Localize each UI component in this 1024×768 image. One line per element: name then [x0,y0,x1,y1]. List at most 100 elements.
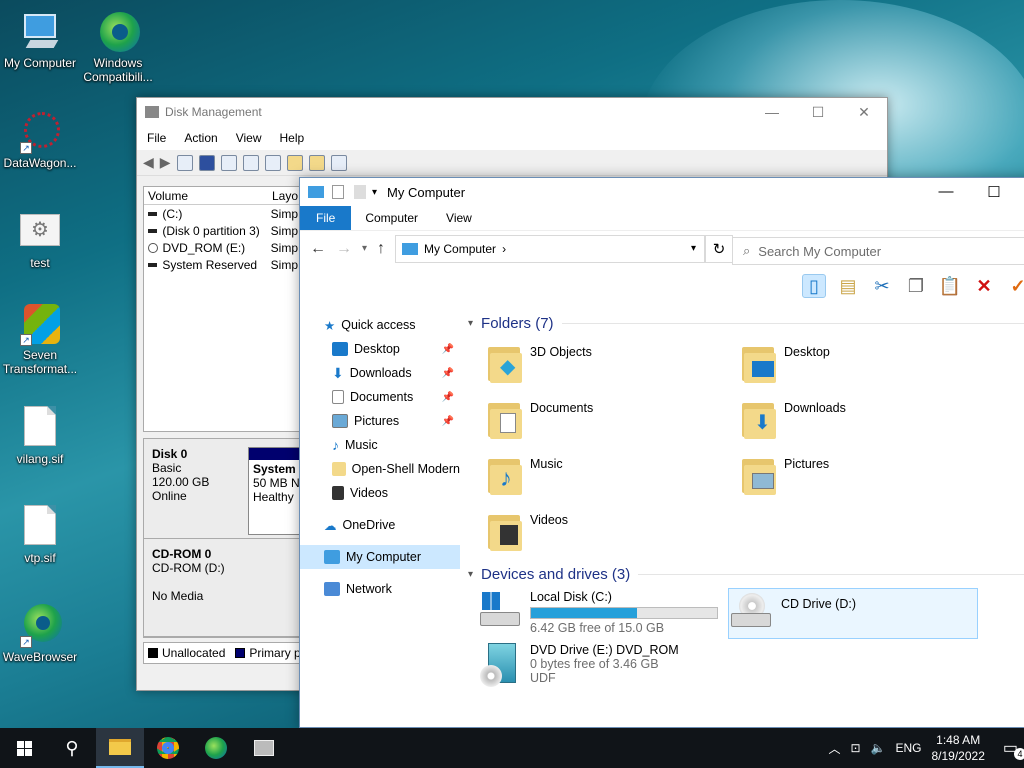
nav-network[interactable]: Network [300,577,460,601]
menu-file[interactable]: File [147,131,166,145]
maximize-button[interactable]: ☐ [970,183,1018,201]
cut-icon[interactable]: ✂ [870,274,894,298]
search-disk-icon[interactable] [308,154,325,171]
disk0-box[interactable]: Disk 0 Basic 120.00 GB Online System 50 … [144,439,308,539]
folder-pictures[interactable]: Pictures [738,453,968,505]
network-icon[interactable]: ⊡ [850,741,860,755]
folder-3d-objects[interactable]: ◆ 3D Objects [484,341,714,393]
up-folder-icon[interactable] [286,154,303,171]
desktop-icon-windows-compat[interactable]: Windows Compatibili... [78,10,158,84]
volume-row[interactable]: (Disk 0 partition 3) Simp [144,222,302,239]
videos-folder-icon [484,509,524,553]
properties-icon[interactable] [220,154,237,171]
desktop-icon-datawagon[interactable]: ↗ DataWagon... [0,110,80,170]
desktop-icon-vtp[interactable]: vtp.sif [0,505,80,565]
nav-documents[interactable]: Documents 📌 [300,385,460,409]
column-header-layout[interactable]: Layo [268,189,298,203]
desktop-icon-vilang[interactable]: vilang.sif [0,406,80,466]
connect-icon[interactable] [242,154,259,171]
forward-icon[interactable]: ▶ [160,154,171,171]
search-input[interactable]: ⌕ Search My Computer [732,237,1024,265]
folder-desktop[interactable]: Desktop [738,341,968,393]
taskbar-chrome[interactable] [144,728,192,768]
title-bar[interactable]: ▾ My Computer — ☐ [300,178,1024,206]
recent-chevron-icon[interactable]: ▾ [362,243,367,254]
nav-pictures[interactable]: Pictures 📌 [300,409,460,433]
help-icon[interactable] [198,154,215,171]
devices-section-header[interactable]: ▾ Devices and drives (3) [464,562,1024,586]
console-icon[interactable] [176,154,193,171]
address-dropdown-icon[interactable]: ▾ [691,243,696,254]
back-icon[interactable]: ◀ [143,154,154,171]
desktop-icon-wavebrowser[interactable]: ↗ WaveBrowser [0,604,80,664]
search-button[interactable]: ⚲ [48,728,96,768]
start-button[interactable] [0,728,48,768]
nav-open-shell[interactable]: Open-Shell Modern [300,457,460,481]
maximize-button[interactable]: ☐ [795,104,841,121]
new-folder-qa-icon[interactable] [354,185,366,199]
volume-row[interactable]: System Reserved Simp [144,256,302,273]
close-button[interactable]: ✕ [841,104,887,121]
checkmark-icon[interactable]: ✓ [1006,274,1024,298]
volume-row[interactable]: (C:) Simp [144,205,302,222]
taskbar-wavebrowser[interactable] [192,728,240,768]
taskbar-disk-management[interactable] [240,728,288,768]
nav-desktop[interactable]: Desktop 📌 [300,337,460,361]
title-bar[interactable]: Disk Management — ☐ ✕ [137,98,887,126]
menu-view[interactable]: View [236,131,262,145]
copy-icon[interactable]: ❐ [904,274,928,298]
minimize-button[interactable]: — [922,183,970,201]
preview-pane-icon[interactable]: ▯ [802,274,826,298]
list-icon[interactable] [330,154,347,171]
nav-quick-access[interactable]: ★ Quick access [300,313,460,337]
minimize-button[interactable]: — [749,104,795,121]
folder-music[interactable]: ♪ Music [484,453,714,505]
language-indicator[interactable]: ENG [895,741,921,755]
drive-d[interactable]: CD Drive (D:) [728,588,978,639]
menu-help[interactable]: Help [280,131,305,145]
nav-music[interactable]: ♪ Music [300,433,460,457]
show-hidden-icons-chevron-icon[interactable]: ︿ [828,740,840,757]
volume-row[interactable]: DVD_ROM (E:) Simp [144,239,302,256]
folders-section-header[interactable]: ▾ Folders (7) [464,311,1024,335]
breadcrumb-chevron-icon[interactable]: › [502,242,506,256]
nav-onedrive[interactable]: ☁ OneDrive [300,513,460,537]
volume-icon[interactable]: 🔈 [871,741,886,755]
desktop-icon-my-computer[interactable]: My Computer [0,10,80,70]
back-arrow-icon[interactable]: ← [310,240,326,258]
tab-view[interactable]: View [432,206,486,230]
shortcut-arrow-icon: ↗ [20,334,32,346]
folder-videos[interactable]: Videos [484,509,714,561]
menu-action[interactable]: Action [184,131,217,145]
drive-c[interactable]: Local Disk (C:) 6.42 GB free of 15.0 GB [478,590,728,642]
notifications-button[interactable]: ▭ 4 [1003,738,1024,760]
check-icon[interactable] [264,154,281,171]
volume-list[interactable]: Volume Layo (C:) Simp (Disk 0 partition 3… [143,186,303,432]
forward-arrow-icon[interactable]: → [336,240,352,258]
column-header-volume[interactable]: Volume [148,189,268,203]
nav-my-computer[interactable]: My Computer [300,545,460,569]
tab-file[interactable]: File [300,206,352,230]
clock[interactable]: 1:48 AM 8/19/2022 [931,732,984,764]
drive-e[interactable]: DVD Drive (E:) DVD_ROM 0 bytes free of 3… [478,643,728,703]
refresh-icon[interactable]: ↻ [705,234,734,263]
desktop-icon-test[interactable]: ⚙ test [0,210,80,270]
new-item-icon[interactable]: ▤ [836,274,860,298]
cdrom0-box[interactable]: CD-ROM 0 CD-ROM (D:) No Media [144,539,302,637]
breadcrumb[interactable]: My Computer [424,242,496,256]
delete-icon[interactable]: ✕ [972,274,996,298]
properties-qa-icon[interactable] [332,185,344,199]
taskbar-file-explorer[interactable] [96,728,144,768]
nav-downloads[interactable]: ⬇ Downloads 📌 [300,361,460,385]
folder-downloads[interactable]: ⬇ Downloads [738,397,968,449]
taskbar: ⚲ ︿ ⊡ 🔈 ENG 1:48 AM 8/19/2022 ▭ 4 [0,728,1024,768]
address-bar[interactable]: My Computer › ▾ [395,234,706,263]
explorer-window[interactable]: ▾ My Computer — ☐ File Computer View ← →… [299,177,1024,728]
desktop-icon-seven-transformation[interactable]: ↗ Seven Transformat... [0,302,80,376]
paste-icon[interactable]: 📋 [938,274,962,298]
folder-documents[interactable]: Documents [484,397,714,449]
customize-qa-chevron-icon[interactable]: ▾ [372,187,377,198]
nav-videos[interactable]: Videos [300,481,460,505]
tab-computer[interactable]: Computer [351,206,432,230]
up-arrow-icon[interactable]: ↑ [377,240,385,258]
